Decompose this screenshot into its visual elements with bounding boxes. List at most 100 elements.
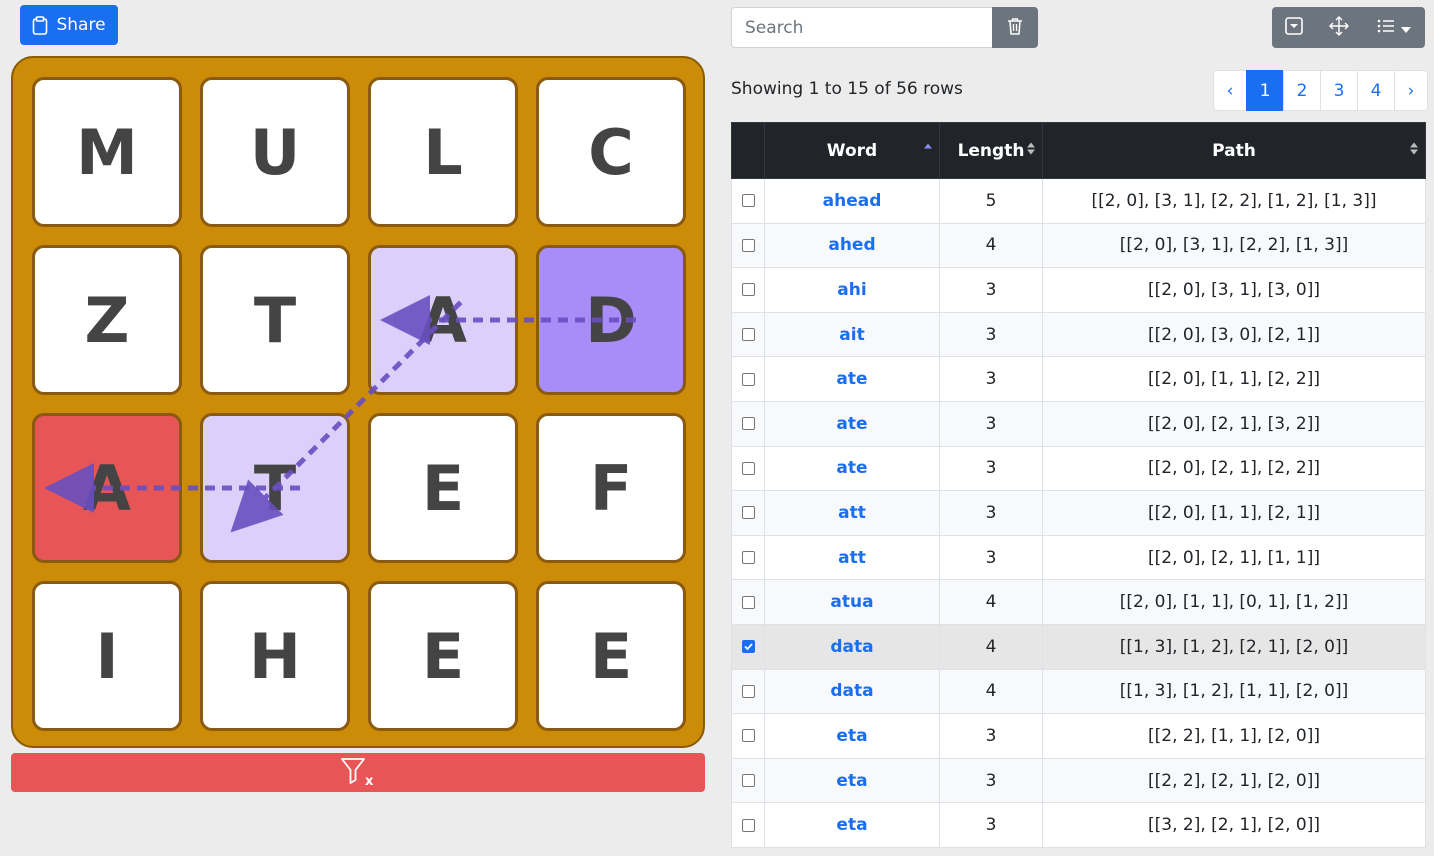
table-row[interactable]: data 4 [[1, 3], [1, 2], [2, 1], [2, 0]] [731, 623, 1426, 670]
word-cell: eta [764, 757, 940, 804]
length-cell: 3 [939, 445, 1043, 492]
row-checkbox[interactable] [741, 372, 755, 386]
word-cell: data [764, 623, 940, 670]
word-cell: eta [764, 802, 940, 848]
share-button[interactable]: Share [20, 5, 118, 45]
tile-r2-c0[interactable]: A [32, 413, 182, 563]
word-cell: ait [764, 311, 940, 358]
row-checkbox[interactable] [741, 194, 755, 208]
length-column-header[interactable]: Length [939, 122, 1043, 179]
table-row[interactable]: eta 3 [[2, 2], [2, 1], [2, 0]] [731, 757, 1426, 804]
sort-icon [1026, 140, 1036, 161]
tile-r1-c2[interactable]: A [368, 245, 518, 395]
columns-dropdown-button[interactable] [1362, 7, 1425, 48]
table-row[interactable]: ate 3 [[2, 0], [2, 1], [2, 2]] [731, 445, 1426, 492]
tile-r0-c0[interactable]: M [32, 77, 182, 227]
trash-icon [1007, 17, 1023, 39]
row-select-cell [731, 267, 765, 313]
table-row[interactable]: ait 3 [[2, 0], [3, 0], [2, 1]] [731, 311, 1426, 358]
path-column-header[interactable]: Path [1042, 122, 1426, 179]
tile-r0-c1[interactable]: U [200, 77, 350, 227]
row-checkbox[interactable] [741, 328, 755, 342]
word-cell: att [764, 534, 940, 581]
row-checkbox[interactable] [741, 283, 755, 297]
length-cell: 3 [939, 534, 1043, 581]
table-row[interactable]: ahed 4 [[2, 0], [3, 1], [2, 2], [1, 3]] [731, 222, 1426, 269]
tile-r2-c2[interactable]: E [368, 413, 518, 563]
tile-r1-c1[interactable]: T [200, 245, 350, 395]
word-cell: att [764, 490, 940, 536]
toggle-view-button[interactable] [1272, 7, 1316, 48]
length-cell: 3 [939, 400, 1043, 447]
move-arrows-icon [1329, 15, 1349, 40]
clear-search-button[interactable] [992, 7, 1038, 48]
sort-icon [1409, 140, 1419, 161]
table-row[interactable]: ate 3 [[2, 0], [1, 1], [2, 2]] [731, 356, 1426, 402]
fullscreen-button[interactable] [1316, 7, 1362, 48]
row-checkbox[interactable] [741, 684, 755, 698]
table-row[interactable]: data 4 [[1, 3], [1, 2], [1, 1], [2, 0]] [731, 668, 1426, 715]
table-row[interactable]: att 3 [[2, 0], [2, 1], [1, 1]] [731, 534, 1426, 581]
length-cell: 3 [939, 757, 1043, 804]
page-1-button[interactable]: 1 [1246, 70, 1284, 111]
next-page-button[interactable]: › [1394, 70, 1428, 111]
row-checkbox[interactable] [741, 640, 755, 654]
page-2-button[interactable]: 2 [1283, 70, 1321, 111]
tile-r3-c3[interactable]: E [536, 581, 686, 731]
share-label: Share [56, 15, 106, 35]
path-cell: [[2, 0], [2, 1], [1, 1]] [1042, 534, 1426, 581]
tile-r1-c0[interactable]: Z [32, 245, 182, 395]
tile-r0-c2[interactable]: L [368, 77, 518, 227]
length-cell: 5 [939, 178, 1043, 224]
table-row[interactable]: ate 3 [[2, 0], [2, 1], [3, 2]] [731, 400, 1426, 447]
row-checkbox[interactable] [741, 461, 755, 475]
path-cell: [[2, 0], [1, 1], [0, 1], [1, 2]] [1042, 579, 1426, 625]
length-cell: 3 [939, 490, 1043, 536]
path-cell: [[2, 2], [1, 1], [2, 0]] [1042, 713, 1426, 759]
row-checkbox[interactable] [741, 417, 755, 431]
sort-asc-icon [923, 140, 933, 161]
word-cell: eta [764, 713, 940, 759]
word-cell: ate [764, 400, 940, 447]
tile-r3-c1[interactable]: H [200, 581, 350, 731]
svg-text:x: x [365, 774, 374, 786]
prev-page-button[interactable]: ‹ [1213, 70, 1247, 111]
table-row[interactable]: eta 3 [[3, 2], [2, 1], [2, 0]] [731, 802, 1426, 848]
row-checkbox[interactable] [741, 818, 755, 832]
row-select-cell [731, 178, 765, 224]
table-row[interactable]: ahi 3 [[2, 0], [3, 1], [3, 0]] [731, 267, 1426, 313]
row-select-cell [731, 757, 765, 804]
tile-r1-c3[interactable]: D [536, 245, 686, 395]
row-select-cell [731, 668, 765, 715]
table-row[interactable]: atua 4 [[2, 0], [1, 1], [0, 1], [1, 2]] [731, 579, 1426, 625]
download-box-icon [1285, 16, 1303, 39]
tile-r3-c0[interactable]: I [32, 581, 182, 731]
tile-r3-c2[interactable]: E [368, 581, 518, 731]
search-input[interactable] [731, 7, 993, 48]
row-checkbox[interactable] [741, 595, 755, 609]
length-cell: 3 [939, 713, 1043, 759]
path-cell: [[2, 0], [1, 1], [2, 1]] [1042, 490, 1426, 536]
table-row[interactable]: eta 3 [[2, 2], [1, 1], [2, 0]] [731, 713, 1426, 759]
filter-clear-icon: x [340, 756, 376, 790]
path-cell: [[2, 2], [2, 1], [2, 0]] [1042, 757, 1426, 804]
clear-filter-button[interactable]: x [11, 753, 705, 792]
row-checkbox[interactable] [741, 551, 755, 565]
table-row[interactable]: att 3 [[2, 0], [1, 1], [2, 1]] [731, 490, 1426, 536]
tile-r0-c3[interactable]: C [536, 77, 686, 227]
row-checkbox[interactable] [741, 506, 755, 520]
table-row[interactable]: ahead 5 [[2, 0], [3, 1], [2, 2], [1, 2], [… [731, 178, 1426, 224]
word-column-header[interactable]: Word [764, 122, 940, 179]
row-checkbox[interactable] [741, 774, 755, 788]
path-cell: [[2, 0], [3, 1], [2, 2], [1, 2], [1, 3]] [1042, 178, 1426, 224]
row-select-cell [731, 400, 765, 447]
path-cell: [[2, 0], [3, 1], [3, 0]] [1042, 267, 1426, 313]
word-cell: ahed [764, 222, 940, 269]
tile-r2-c3[interactable]: F [536, 413, 686, 563]
page-3-button[interactable]: 3 [1320, 70, 1358, 111]
row-checkbox[interactable] [741, 729, 755, 743]
row-checkbox[interactable] [741, 238, 755, 252]
page-4-button[interactable]: 4 [1357, 70, 1395, 111]
tile-r2-c1[interactable]: T [200, 413, 350, 563]
row-select-cell [731, 490, 765, 536]
